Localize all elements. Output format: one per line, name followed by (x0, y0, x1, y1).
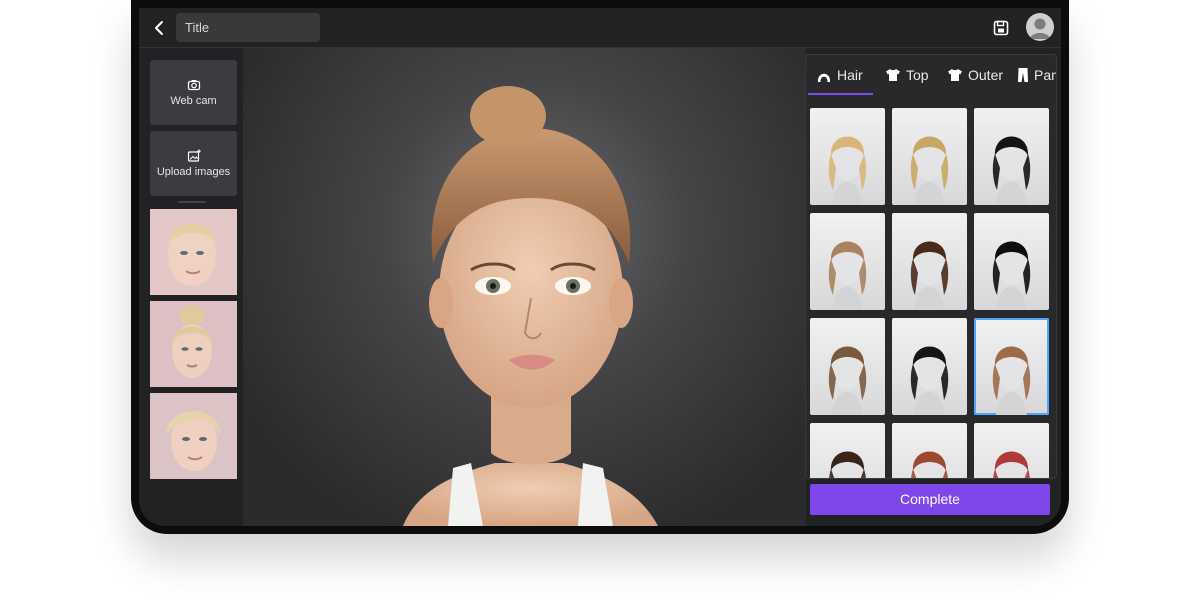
avatar-model (403, 86, 658, 526)
hair-item-black-messy[interactable] (892, 318, 967, 415)
portrait-image (150, 209, 237, 295)
hair-thumbnail (992, 346, 1031, 415)
hair-item-auburn[interactable] (892, 423, 967, 478)
hair-item-long-blonde[interactable] (810, 108, 885, 205)
top-bar: Title (139, 8, 1061, 48)
hair-thumbnail (993, 451, 1030, 478)
active-tab-indicator (808, 93, 873, 95)
hair-thumbnail (992, 136, 1031, 205)
reference-photo-1[interactable] (150, 209, 237, 295)
tab-outer-label: Outer (968, 67, 1004, 83)
panel-divider (178, 201, 206, 203)
upload-label: Upload images (156, 166, 231, 178)
complete-button[interactable]: Complete (810, 484, 1050, 515)
tshirt-icon (948, 69, 962, 81)
tab-pants-label: Pan (1034, 67, 1057, 83)
upload-images-button[interactable]: Upload images (150, 131, 237, 196)
pants-icon (1018, 68, 1028, 82)
portrait-image (150, 301, 237, 387)
avatar-3d-viewport[interactable] (243, 48, 806, 526)
tab-top[interactable]: Top (885, 67, 929, 87)
hair-item-black-bob[interactable] (974, 213, 1049, 310)
tab-pants[interactable]: Pan (1017, 67, 1057, 87)
hair-thumbnail (910, 241, 949, 310)
reference-photo-2[interactable] (150, 301, 237, 387)
hair-item-spiky[interactable] (810, 318, 885, 415)
tab-top-label: Top (906, 67, 929, 83)
hair-item-brown-shaggy-selected[interactable] (974, 318, 1049, 415)
hair-thumbnail (911, 451, 948, 478)
hair-item-black-bangs-buns[interactable] (974, 108, 1049, 205)
tshirt-icon (886, 69, 900, 81)
save-button[interactable] (992, 19, 1010, 37)
hair-thumbnail (992, 241, 1031, 310)
customization-panel: Hair Top Outer Pan (805, 54, 1057, 479)
avatar[interactable] (1026, 13, 1054, 41)
tab-hair-label: Hair (837, 67, 863, 83)
hair-item-red-long[interactable] (974, 423, 1049, 478)
hair-item-dark-brown[interactable] (810, 423, 885, 478)
hair-thumbnail (910, 136, 949, 205)
webcam-button[interactable]: Web cam (150, 60, 237, 125)
hair-icon (817, 73, 831, 82)
image-upload-icon (187, 149, 201, 162)
hair-thumbnail (828, 241, 867, 310)
title-input[interactable]: Title (176, 13, 320, 42)
save-icon (993, 20, 1009, 36)
chevron-left-icon (155, 21, 163, 35)
hair-item-short-blonde[interactable] (892, 108, 967, 205)
left-panel: Web cam Upload images (147, 56, 237, 486)
webcam-label: Web cam (170, 95, 217, 107)
hair-thumbnail (829, 451, 866, 478)
reference-photo-3[interactable] (150, 393, 237, 479)
hair-thumbnail (828, 346, 867, 415)
hair-thumbnail (828, 136, 867, 205)
portrait-image (150, 393, 237, 479)
app-screen: Title Web cam Upload images Hair Top Out… (139, 8, 1061, 526)
user-icon (1030, 18, 1050, 39)
tab-hair[interactable]: Hair (816, 67, 863, 87)
tab-outer[interactable]: Outer (947, 67, 1003, 87)
hair-item-curly-brown[interactable] (892, 213, 967, 310)
hair-thumbnail (910, 346, 949, 415)
camera-icon (187, 80, 200, 91)
category-tabs: Hair Top Outer Pan (806, 55, 1056, 95)
hair-item-braids[interactable] (810, 213, 885, 310)
back-button[interactable] (149, 17, 171, 39)
